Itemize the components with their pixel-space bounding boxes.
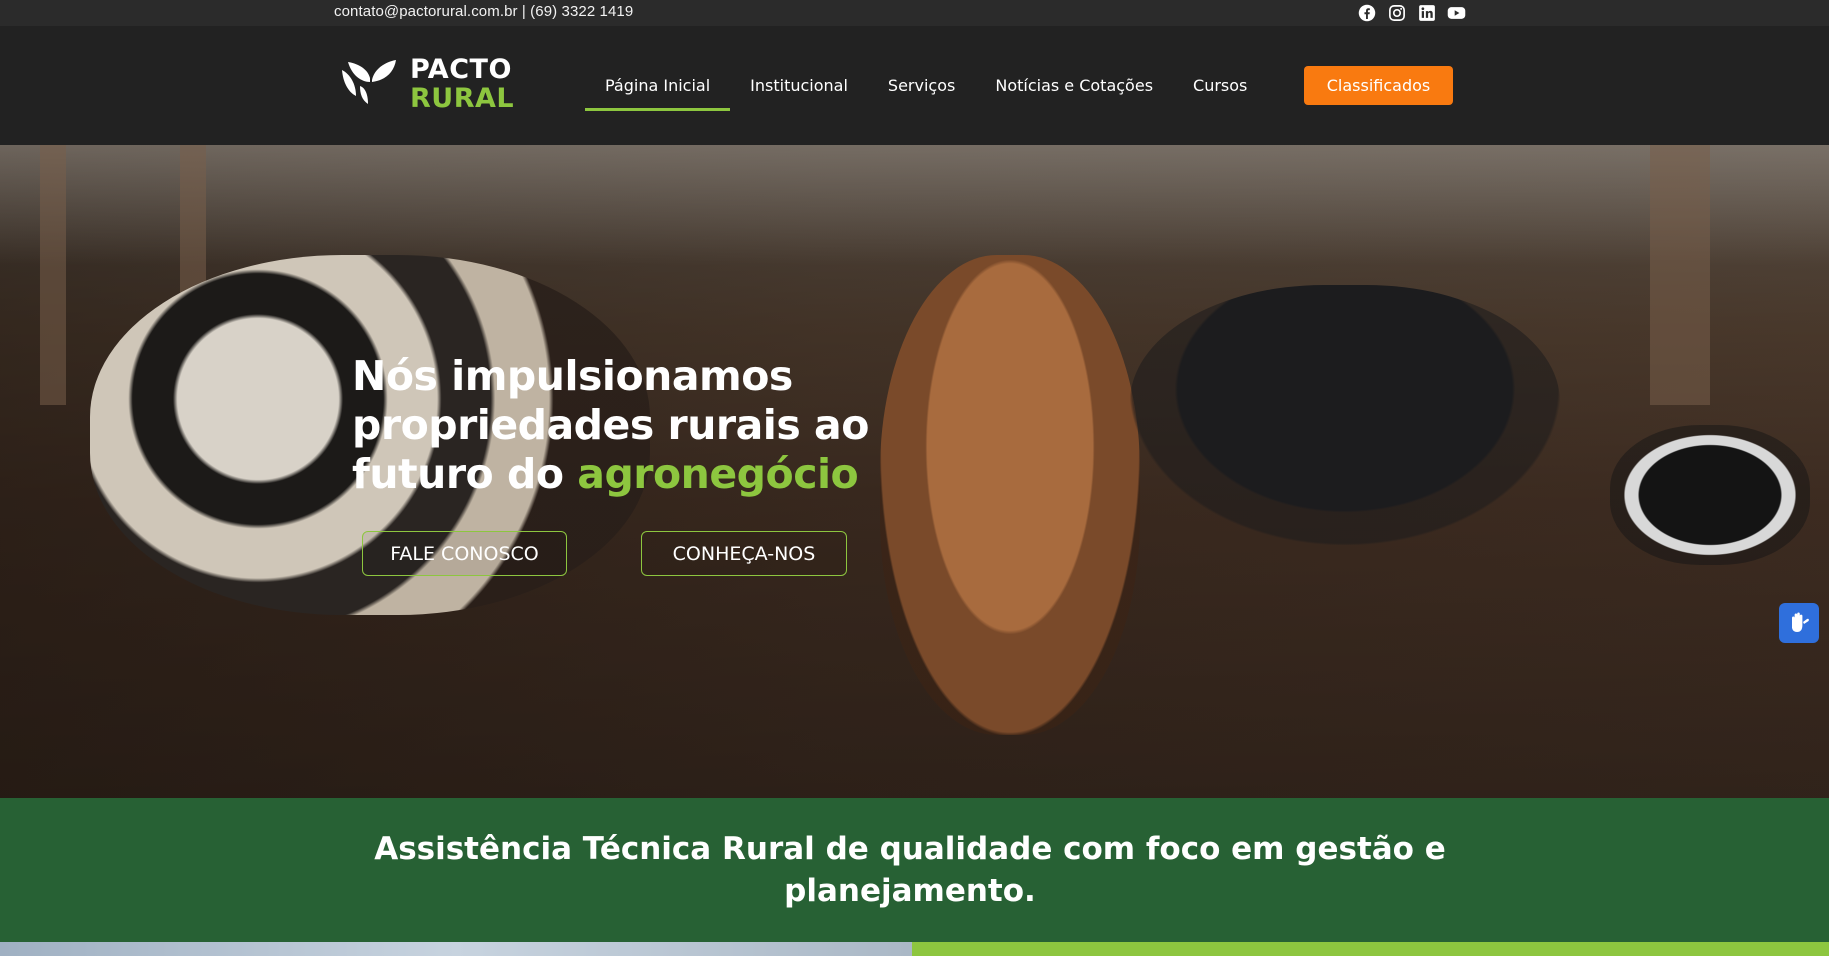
social-links [1357,3,1466,22]
logo-line-1: PACTO [410,54,512,85]
facebook-icon[interactable] [1357,3,1376,22]
logo[interactable]: PACTO RURAL [340,56,514,112]
nav-item-pagina-inicial[interactable]: Página Inicial [585,61,731,111]
accessibility-sign-language-button[interactable] [1779,603,1819,643]
nav-item-institucional[interactable]: Institucional [730,61,868,111]
band-title: Assistência Técnica Rural de qualidade c… [374,831,1446,909]
classificados-button[interactable]: Classificados [1304,66,1453,105]
contact-info: contato@pactorural.com.br | (69) 3322 14… [334,3,634,20]
services-tagline-band: Assistência Técnica Rural de qualidade c… [0,798,1829,942]
logo-leaf-icon [342,60,396,112]
hero-background-post [40,145,66,405]
nav-item-cursos[interactable]: Cursos [1173,61,1267,111]
hero-title-accent: agronegócio [577,450,859,498]
hero-cows-background [1130,285,1560,545]
instagram-icon[interactable] [1387,3,1406,22]
hand-sign-icon [1792,612,1809,632]
nav-item-servicos[interactable]: Serviços [868,61,975,111]
section-image-left [0,942,912,956]
section-green-right [912,942,1829,956]
conheca-nos-button[interactable]: CONHEÇA-NOS [641,531,847,576]
hero-cow-lying [1610,425,1810,565]
nav-item-noticias-cotacoes[interactable]: Notícias e Cotações [975,61,1173,111]
top-bar: contato@pactorural.com.br | (69) 3322 14… [0,0,1829,26]
fale-conosco-button[interactable]: FALE CONOSCO [362,531,567,576]
logo-text: PACTO RURAL [410,56,514,112]
site-header: PACTO RURAL Página Inicial Institucional… [0,26,1829,145]
hero-cow-brown [880,255,1140,735]
hero-background-post [1650,145,1710,405]
hero-background-roof [0,145,1829,265]
logo-line-2: RURAL [410,83,515,114]
hero-banner: Nós impulsionamos propriedades rurais ao… [0,145,1829,798]
main-nav: Página Inicial Institucional Serviços No… [585,26,1267,145]
hero-title: Nós impulsionamos propriedades rurais ao… [352,352,912,499]
youtube-icon[interactable] [1447,3,1466,22]
linkedin-icon[interactable] [1417,3,1436,22]
